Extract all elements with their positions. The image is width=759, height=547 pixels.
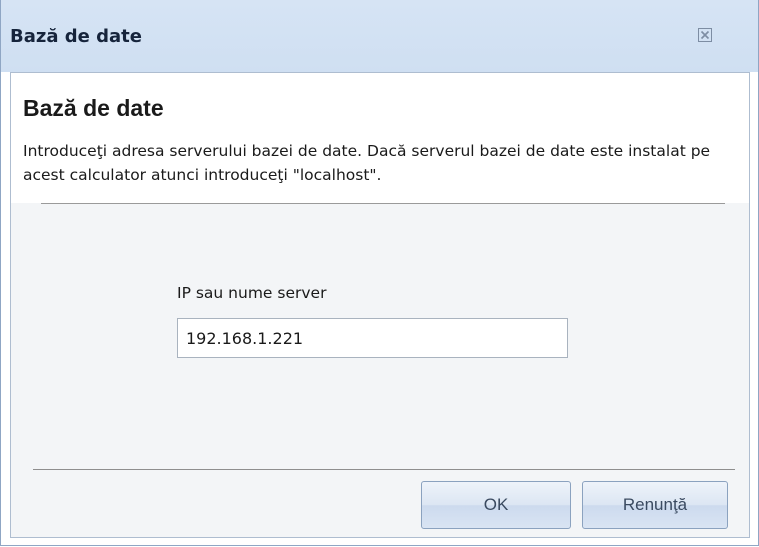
server-input[interactable] [177,318,568,358]
ok-button[interactable]: OK [421,481,571,529]
window-title: Bază de date [10,26,142,47]
header-panel: Bază de date Introduceţi adresa serverul… [11,73,749,203]
header-divider [41,203,725,204]
page-description: Introduceţi adresa serverului bazei de d… [23,142,711,184]
close-button[interactable] [692,25,718,49]
footer-divider [33,469,735,470]
dialog-window: Bază de date Bază de date Introduceţi ad… [0,0,759,546]
server-field-label: IP sau nume server [177,284,327,302]
dialog-body: Bază de date Introduceţi adresa serverul… [10,72,750,538]
close-icon [697,27,713,47]
cancel-button[interactable]: Renunţă [582,481,728,529]
page-heading: Bază de date [23,95,164,121]
title-bar[interactable]: Bază de date [1,0,758,72]
